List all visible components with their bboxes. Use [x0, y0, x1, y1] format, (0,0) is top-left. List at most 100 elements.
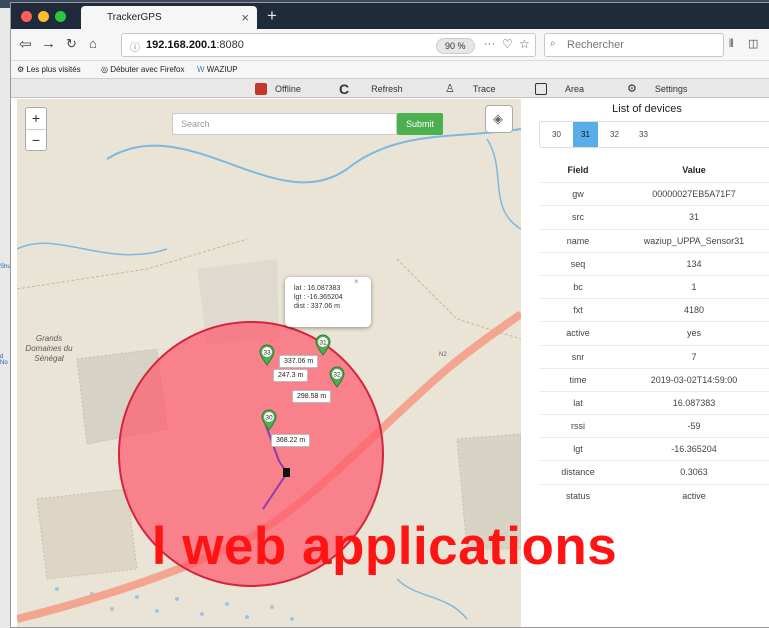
value-cell: 0.3063	[680, 467, 708, 478]
field-cell: distance	[561, 467, 595, 478]
tab-close-icon[interactable]: ×	[241, 10, 249, 25]
reload-button[interactable]: ↻	[66, 36, 77, 52]
marker-label: 33	[263, 350, 271, 357]
device-table: Field Value gw 00000027EB5A71F7 src 31 name w…	[539, 159, 769, 507]
table-row: seq 134	[539, 251, 769, 275]
bookmarks-bar: ⚙ Les plus visités ◎ Débuter avec Firefo…	[11, 61, 769, 79]
header-field: Field	[567, 165, 589, 175]
distance-label: 368.22 m	[271, 434, 311, 447]
navigation-bar: ⇦ → ↻ ⌂ ⓘ 192.168.200.1:8080 90 % ··· ♡ …	[11, 29, 769, 61]
zoom-badge[interactable]: 90 %	[436, 38, 475, 54]
page-actions-icon[interactable]: ···	[484, 38, 495, 50]
refresh-label: Refresh	[371, 83, 403, 94]
marker-icon[interactable]: 33	[259, 344, 275, 366]
popup-lat: lat : 16.087383	[294, 285, 341, 292]
header-value: Value	[682, 165, 706, 175]
refresh-button[interactable]: C Refresh	[339, 80, 403, 97]
tab-device-31[interactable]: 31	[573, 122, 598, 147]
sidebar-icon[interactable]: ◫	[748, 37, 758, 50]
bookmark-waziup[interactable]: W WAZIUP	[197, 65, 238, 74]
map-zoom-control: + −	[25, 107, 47, 151]
table-row: time 2019-03-02T14:59:00	[539, 367, 769, 391]
tab-device-33[interactable]: 33	[631, 122, 656, 147]
library-icon[interactable]: ⫴	[729, 38, 734, 51]
value-cell: 31	[688, 212, 699, 223]
pocket-icon[interactable]: ♡	[502, 37, 513, 51]
map-search-input[interactable]: Search	[172, 113, 397, 135]
browser-tab[interactable]: TrackerGPS ×	[81, 6, 257, 29]
power-icon	[255, 82, 267, 95]
table-row: lat 16.087383	[539, 390, 769, 414]
layers-button[interactable]: ◈	[485, 105, 513, 133]
popup-close-icon[interactable]: ×	[354, 277, 359, 286]
layers-icon: ◈	[493, 111, 503, 126]
tab-device-32[interactable]: 32	[602, 122, 627, 147]
field-cell: snr	[571, 351, 585, 362]
value-cell: 1	[691, 281, 697, 292]
value-cell: -59	[687, 421, 701, 432]
marker-icon[interactable]: 31	[315, 334, 331, 356]
map-submit-button[interactable]: Submit	[397, 113, 443, 135]
field-cell: fxt	[573, 305, 583, 316]
close-window-button[interactable]	[21, 11, 32, 22]
overlay-caption: l web applications	[151, 517, 618, 576]
area-label: Area	[565, 83, 585, 94]
field-cell: active	[566, 328, 590, 339]
value-cell: 00000027EB5A71F7	[652, 189, 736, 200]
field-cell: time	[569, 374, 587, 385]
popup-dist: dist : 337.06 m	[294, 303, 340, 310]
marker-icon[interactable]: 32	[329, 366, 345, 388]
marker-icon[interactable]: 30	[261, 409, 277, 431]
table-row: bc 1	[539, 274, 769, 298]
area-button[interactable]: Area	[535, 80, 584, 97]
table-row: lgt -16.365204	[539, 437, 769, 460]
zoom-out-button[interactable]: −	[26, 130, 46, 152]
zoom-in-button[interactable]: +	[26, 108, 46, 130]
table-row: name waziup_UPPA_Sensor31	[539, 228, 769, 252]
table-row: snr 7	[539, 344, 769, 368]
home-button[interactable]: ⌂	[89, 36, 97, 51]
url-bar[interactable]: ⓘ 192.168.200.1:8080 90 % ··· ♡ ☆	[121, 33, 536, 57]
value-cell: yes	[686, 328, 701, 339]
person-icon: ♙	[445, 83, 455, 95]
value-cell: 2019-03-02T14:59:00	[650, 374, 738, 385]
value-cell: 4180	[683, 305, 705, 316]
marker-label: 30	[265, 415, 273, 422]
place-label: Grands Domaines du Sénégal	[25, 334, 73, 363]
title-bar: TrackerGPS × +	[11, 3, 769, 29]
device-tabs: 30 31 32 33	[539, 121, 769, 148]
table-row: src 31	[539, 205, 769, 228]
table-row: distance 0.3063	[539, 460, 769, 483]
field-cell: bc	[573, 281, 583, 292]
forward-button[interactable]: →	[41, 35, 56, 52]
table-row: rssi -59	[539, 414, 769, 437]
info-icon[interactable]: ⓘ	[130, 39, 140, 54]
panel-title: List of devices	[612, 103, 682, 115]
table-row: gw 00000027EB5A71F7	[539, 182, 769, 205]
bookmark-getting-started[interactable]: ◎ Débuter avec Firefox	[101, 65, 184, 74]
bookmark-star-icon[interactable]: ☆	[519, 37, 530, 51]
bookmark-most-visited[interactable]: ⚙ Les plus visités	[17, 65, 81, 74]
back-button[interactable]: ⇦	[19, 35, 32, 53]
distance-label: 337.06 m	[279, 355, 319, 368]
field-cell: name	[566, 235, 590, 246]
settings-label: Settings	[654, 83, 688, 94]
trace-label: Trace	[472, 83, 496, 94]
distance-label: 247.3 m	[273, 369, 309, 382]
maximize-window-button[interactable]	[55, 11, 66, 22]
value-cell: 16.087383	[672, 397, 716, 408]
trace-button[interactable]: ♙ Trace	[445, 80, 496, 97]
value-cell: 134	[686, 258, 702, 269]
tab-title: TrackerGPS	[107, 12, 162, 23]
field-cell: status	[565, 490, 590, 501]
value-cell: active	[682, 490, 706, 501]
field-cell: seq	[570, 258, 586, 269]
tab-device-30[interactable]: 30	[544, 122, 569, 147]
field-cell: rssi	[571, 421, 585, 432]
value-cell: 7	[691, 351, 697, 362]
new-tab-button[interactable]: +	[267, 6, 277, 26]
settings-button[interactable]: ⚙ Settings	[627, 80, 687, 97]
offline-button[interactable]: Offline	[255, 80, 301, 97]
search-input[interactable]: Rechercher	[544, 33, 724, 57]
minimize-window-button[interactable]	[38, 11, 49, 22]
